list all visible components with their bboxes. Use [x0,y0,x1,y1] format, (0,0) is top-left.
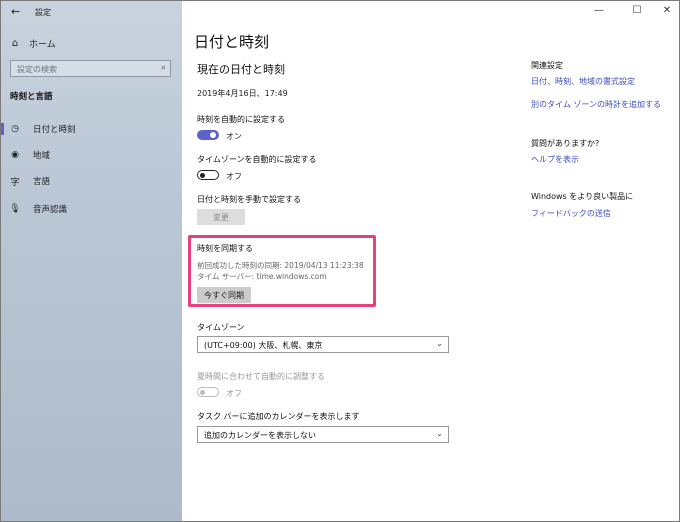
sidebar-item-language[interactable]: 字 言語 [1,168,182,194]
sidebar-item-label: 音声認識 [33,205,68,215]
change-button[interactable]: 変更 [197,209,245,225]
calendar-label: タスク バーに追加のカレンダーを表示します [197,412,360,421]
timezone-select[interactable]: (UTC+09:00) 大阪、札幌、東京 ⌄ [197,336,449,353]
date-time-icon: ◷ [11,124,19,134]
auto-time-label: 時刻を自動的に設定する [197,115,285,124]
globe-icon: ◉ [11,150,19,160]
help-link[interactable]: ヘルプを表示 [531,154,579,165]
auto-timezone-state: オフ [226,172,242,181]
last-sync-text: 前回成功した時刻の同期: 2019/04/13 11:23:38 [197,261,364,270]
maximize-button[interactable]: ☐ [628,5,646,16]
auto-time-state: オン [226,132,242,141]
related-settings-title: 関連設定 [531,61,563,70]
calendar-value: 追加のカレンダーを表示しない [204,431,316,440]
sidebar-item-region[interactable]: ◉ 地域 [1,142,182,168]
auto-time-toggle[interactable] [197,130,219,140]
minimize-button[interactable]: — [590,5,608,16]
manual-set-label: 日付と時刻を手動で設定する [197,195,301,204]
back-arrow-icon[interactable]: ← [11,5,20,18]
close-button[interactable]: ✕ [658,5,676,16]
timezone-value: (UTC+09:00) 大阪、札幌、東京 [204,341,323,350]
app-title: 設定 [35,8,51,17]
improve-title: Windows をより良い製品に [531,192,634,201]
time-server-text: タイム サーバー: time.windows.com [197,272,327,281]
title-bar: ← 設定 [1,1,182,23]
home-link[interactable]: ⌂ ホーム [9,37,56,50]
dst-state: オフ [226,389,242,398]
search-input[interactable]: 設定の検索 ⌕ [10,60,171,77]
microphone-icon: 🎙 [9,204,21,214]
calendar-select[interactable]: 追加のカレンダーを表示しない ⌄ [197,426,449,443]
timezone-label: タイムゾーン [197,323,245,332]
sync-now-button[interactable]: 今すぐ同期 [197,287,251,303]
language-icon: 字 [10,177,20,188]
chevron-down-icon: ⌄ [436,429,443,438]
dst-toggle[interactable] [197,387,219,397]
sidebar-section-title: 時刻と言語 [10,92,53,102]
sync-title: 時刻を同期する [197,244,253,253]
sidebar-item-speech[interactable]: 🎙 音声認識 [1,196,182,222]
page-title: 日付と時刻 [194,33,270,51]
current-datetime: 2019年4月16日、17:49 [197,89,288,98]
home-label: ホーム [29,40,56,50]
search-icon[interactable]: ⌕ [161,63,166,73]
search-placeholder: 設定の検索 [17,65,57,74]
format-settings-link[interactable]: 日付、時刻、地域の書式設定 [531,76,635,87]
dst-label: 夏時間に合わせて自動的に調整する [197,372,325,381]
sidebar-item-label: 地域 [33,151,51,161]
main-content: — ☐ ✕ 日付と時刻 現在の日付と時刻 2019年4月16日、17:49 時刻… [182,1,679,521]
home-icon: ⌂ [11,38,19,49]
auto-timezone-label: タイムゾーンを自動的に設定する [197,155,317,164]
sidebar-item-label: 言語 [33,177,51,187]
sidebar: ← 設定 ⌂ ホーム 設定の検索 ⌕ 時刻と言語 ◷ 日付と時刻 ◉ 地域 字 … [1,1,182,521]
chevron-down-icon: ⌄ [436,339,443,348]
auto-timezone-toggle[interactable] [197,170,219,180]
question-title: 質問がありますか? [531,139,600,148]
sidebar-item-date-time[interactable]: ◷ 日付と時刻 [1,116,182,142]
add-clock-link[interactable]: 別のタイム ゾーンの時計を追加する [531,99,661,110]
sidebar-item-label: 日付と時刻 [33,125,76,135]
feedback-link[interactable]: フィードバックの送信 [531,208,611,219]
section-title: 現在の日付と時刻 [197,63,285,76]
settings-window: ← 設定 ⌂ ホーム 設定の検索 ⌕ 時刻と言語 ◷ 日付と時刻 ◉ 地域 字 … [0,0,680,522]
